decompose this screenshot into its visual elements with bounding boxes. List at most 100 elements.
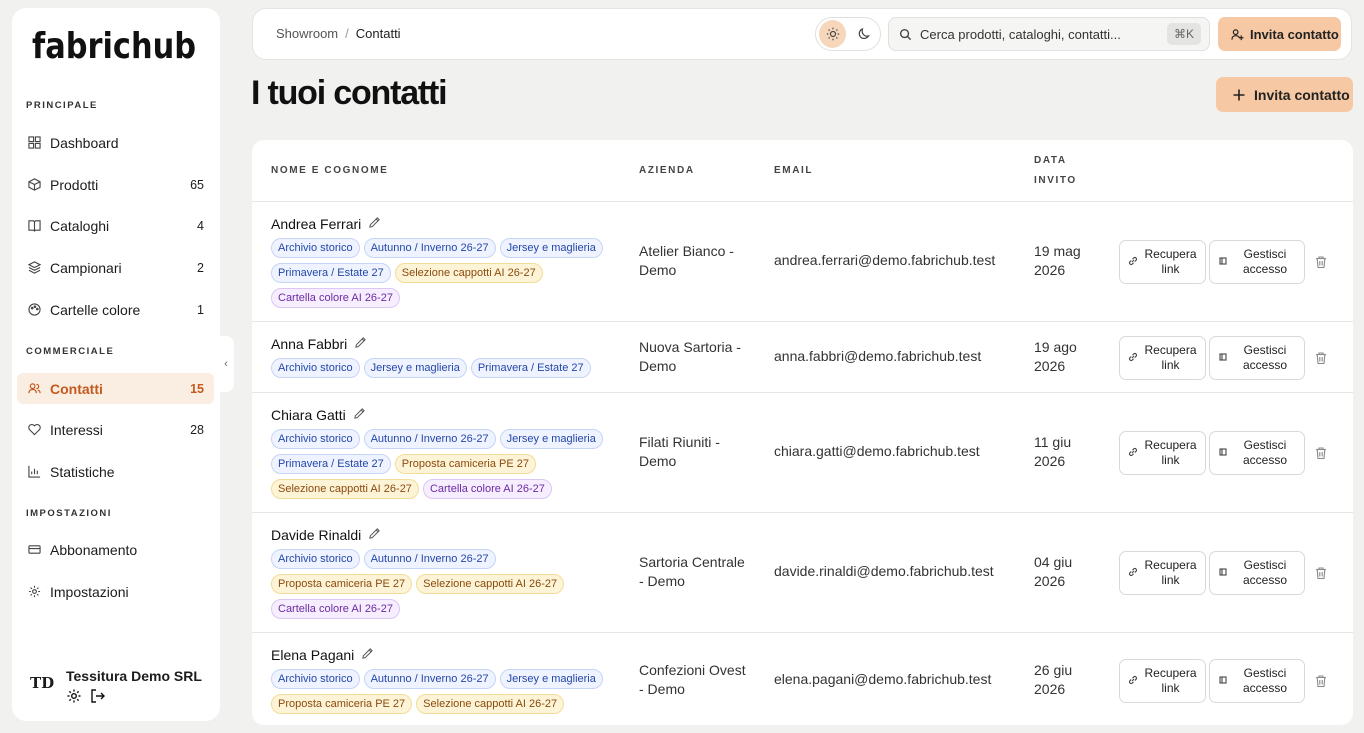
gear-icon xyxy=(27,585,41,599)
sidebar-item-count: 28 xyxy=(190,422,204,437)
edit-pencil-icon[interactable] xyxy=(347,336,367,352)
manage-access-button[interactable]: Gestisci accesso xyxy=(1209,240,1305,284)
delete-trash-icon[interactable] xyxy=(1314,446,1328,460)
company-line-2: - Demo xyxy=(639,681,685,697)
layers-icon xyxy=(27,261,41,275)
contact-name: Chiara Gatti xyxy=(271,407,366,423)
sidebar-item-cartelle-colore[interactable]: Cartelle colore 1 xyxy=(17,294,214,325)
sidebar-item-contatti[interactable]: Contatti 15 xyxy=(17,373,214,404)
link-icon xyxy=(1128,566,1142,580)
tag-badge: Archivio storico xyxy=(271,669,360,689)
sidebar-item-statistiche[interactable]: Statistiche xyxy=(17,456,214,487)
company-line-2: Demo xyxy=(639,262,677,278)
recover-link-button[interactable]: Recupera link xyxy=(1119,551,1206,595)
edit-pencil-icon[interactable] xyxy=(361,216,381,232)
tag-list: Archivio storico Autunno / Inverno 26-27 J… xyxy=(271,238,611,308)
invite-contact-button[interactable]: Invita contatto xyxy=(1216,77,1353,112)
tag-list: Archivio storico Jersey e maglieria Primav… xyxy=(271,358,611,378)
tag-badge: Jersey e maglieria xyxy=(499,238,603,258)
recover-link-label-2: link xyxy=(1161,358,1180,372)
edit-pencil-icon[interactable] xyxy=(346,407,366,423)
access-icon xyxy=(1218,351,1232,365)
recover-link-button[interactable]: Recupera link xyxy=(1119,659,1206,703)
contacts-table: NOME E COGNOME AZIENDA EMAIL DATA INVITO… xyxy=(252,140,1353,725)
sidebar-item-abbonamento[interactable]: Abbonamento xyxy=(17,534,214,565)
sidebar-item-label: Interessi xyxy=(50,421,103,438)
breadcrumb-separator: / xyxy=(345,26,349,41)
date-cell: 26 giu 2026 xyxy=(1034,661,1094,699)
delete-trash-icon[interactable] xyxy=(1314,351,1328,365)
manage-access-button[interactable]: Gestisci accesso xyxy=(1209,659,1305,703)
company-line-1: Atelier Bianco - xyxy=(639,243,734,259)
date-line-1: 19 mag xyxy=(1034,243,1081,259)
sidebar-item-dashboard[interactable]: Dashboard xyxy=(17,127,214,158)
book-icon xyxy=(27,219,41,233)
manage-access-label-2: accesso xyxy=(1242,573,1288,587)
delete-trash-icon[interactable] xyxy=(1314,255,1328,269)
recover-link-label-1: Recupera xyxy=(1144,666,1197,680)
tag-badge: Proposta camiceria PE 27 xyxy=(271,574,413,594)
manage-access-button[interactable]: Gestisci accesso xyxy=(1209,336,1305,380)
delete-trash-icon[interactable] xyxy=(1314,566,1328,580)
search-input[interactable] xyxy=(920,26,1150,42)
sidebar: fabrichub PRINCIPALE Dashboard Prodotti … xyxy=(12,8,220,721)
sidebar-item-count: 65 xyxy=(190,177,204,192)
tag-badge: Selezione cappotti AI 26-27 xyxy=(271,479,419,499)
date-line-2: 2026 xyxy=(1034,681,1066,697)
users-icon xyxy=(27,382,41,396)
manage-access-button[interactable]: Gestisci accesso xyxy=(1209,551,1305,595)
sidebar-item-count: 15 xyxy=(190,381,204,396)
email-cell: anna.fabbri@demo.fabrichub.test xyxy=(774,348,982,364)
access-icon xyxy=(1218,674,1232,688)
fabrichub-logo[interactable]: fabrichub xyxy=(32,22,202,70)
sidebar-item-prodotti[interactable]: Prodotti 65 xyxy=(17,169,214,200)
sidebar-item-impostazioni[interactable]: Impostazioni xyxy=(17,576,214,607)
manage-access-label-1: Gestisci xyxy=(1243,343,1287,357)
invite-contact-label: Invita contatto xyxy=(1250,26,1339,42)
sidebar-item-label: Impostazioni xyxy=(50,583,129,600)
sidebar-item-cataloghi[interactable]: Cataloghi 4 xyxy=(17,210,214,241)
sidebar-collapse-toggle[interactable]: ‹ xyxy=(218,336,234,392)
date-cell: 11 giu 2026 xyxy=(1034,433,1094,471)
sidebar-item-interessi[interactable]: Interessi 28 xyxy=(17,414,214,445)
tag-badge: Autunno / Inverno 26-27 xyxy=(363,549,496,569)
edit-pencil-icon[interactable] xyxy=(361,527,381,543)
table-row: Elena Pagani Archivio storico Autunno / In… xyxy=(252,633,1353,725)
tag-badge: Selezione cappotti AI 26-27 xyxy=(416,574,565,594)
date-cell: 19 mag 2026 xyxy=(1034,242,1094,280)
sidebar-item-label: Abbonamento xyxy=(50,541,138,558)
manage-access-button[interactable]: Gestisci accesso xyxy=(1209,431,1305,475)
topbar-invite-contact-button[interactable]: Invita contatto xyxy=(1218,17,1341,51)
manage-access-label-2: accesso xyxy=(1242,358,1288,372)
search-icon xyxy=(899,28,912,40)
logout-icon[interactable] xyxy=(90,688,106,709)
dark-mode-button[interactable] xyxy=(850,20,877,48)
company-cell: Atelier Bianco - Demo xyxy=(639,242,749,280)
moon-icon xyxy=(858,28,870,40)
page-title: I tuoi contatti xyxy=(251,74,448,112)
recover-link-button[interactable]: Recupera link xyxy=(1119,431,1206,475)
user-plus-icon xyxy=(1231,28,1244,40)
svg-text:fabrichub: fabrichub xyxy=(32,26,196,67)
company-line-1: Nuova Sartoria - xyxy=(639,339,741,355)
recover-link-button[interactable]: Recupera link xyxy=(1119,240,1206,284)
breadcrumb-current: Contatti xyxy=(355,26,401,41)
breadcrumb-showroom[interactable]: Showroom xyxy=(276,26,338,41)
card-icon xyxy=(27,543,41,557)
tag-list: Archivio storico Autunno / Inverno 26-27 J… xyxy=(271,669,611,714)
recover-link-button[interactable]: Recupera link xyxy=(1119,336,1206,380)
sidebar-item-campionari[interactable]: Campionari 2 xyxy=(17,252,214,283)
tag-badge: Autunno / Inverno 26-27 xyxy=(363,669,496,689)
contact-name: Elena Pagani xyxy=(271,647,374,663)
delete-trash-icon[interactable] xyxy=(1314,674,1328,688)
settings-gear-icon[interactable] xyxy=(66,688,82,709)
date-line-2: 2026 xyxy=(1034,453,1066,469)
tag-badge: Jersey e maglieria xyxy=(499,669,603,689)
manage-access-label: Gestisci accesso xyxy=(1232,343,1304,373)
theme-toggle xyxy=(815,17,881,51)
recover-link-label-2: link xyxy=(1161,262,1180,276)
manage-access-label-2: accesso xyxy=(1242,262,1288,276)
light-mode-button[interactable] xyxy=(819,20,846,48)
tag-badge: Primavera / Estate 27 xyxy=(470,358,591,378)
edit-pencil-icon[interactable] xyxy=(354,647,374,663)
